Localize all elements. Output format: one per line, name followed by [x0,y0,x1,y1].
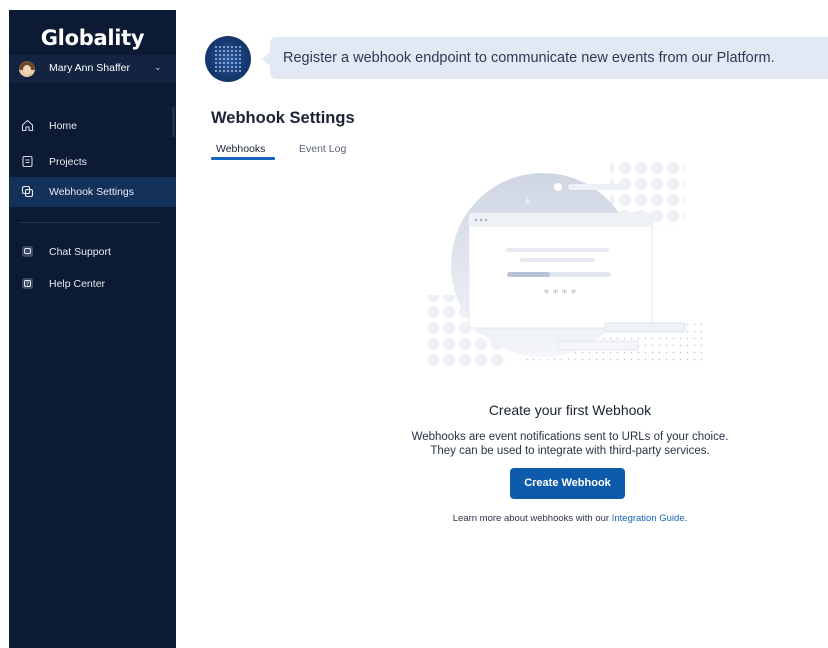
page-title: Webhook Settings [211,109,355,127]
banner-text: Register a webhook endpoint to communica… [283,50,775,66]
empty-state-description-line: Webhooks are event notifications sent to… [411,431,729,443]
illustration-password-mask: * * * * [544,287,577,300]
home-icon [21,119,34,132]
svg-text:+: + [524,197,532,207]
empty-state-description: Webhooks are event notifications sent to… [390,430,750,458]
sidebar-item-chat-support[interactable]: Chat Support [9,237,176,267]
sidebar-item-label: Webhook Settings [49,186,135,198]
chat-icon [22,246,33,257]
sidebar-item-label: Home [49,120,78,132]
learn-more-prefix: Learn more about webhooks with our [452,513,612,524]
tab-event-log[interactable]: Event Log [299,143,346,155]
chevron-down-icon: ⌄ [154,62,162,72]
sidebar: Globality Mary Ann Shaffer ⌄ Home Projec… [9,10,176,648]
user-name: Mary Ann Shaffer [49,62,130,74]
info-banner: Register a webhook endpoint to communica… [262,37,828,79]
sidebar-item-home[interactable]: Home [9,111,176,141]
svg-text:?: ? [26,281,29,287]
tab-webhooks[interactable]: Webhooks [216,143,265,155]
sidebar-item-webhook-settings[interactable]: Webhook Settings [9,177,176,207]
sidebar-divider [19,222,161,223]
sidebar-item-label: Chat Support [49,246,111,258]
learn-more-suffix: . [684,513,688,524]
sidebar-item-label: Help Center [49,278,106,290]
empty-state-description-line: They can be used to integrate with third… [430,445,710,457]
integration-guide-link[interactable]: Integration Guide [612,513,685,524]
user-menu[interactable]: Mary Ann Shaffer ⌄ [9,55,176,83]
webhook-icon [21,185,34,198]
projects-icon [22,155,33,168]
create-webhook-button[interactable]: Create Webhook [510,468,625,499]
banner-illustration [205,36,251,82]
app-logo[interactable]: Globality [9,26,176,50]
sidebar-item-label: Projects [49,156,87,168]
sidebar-item-help-center[interactable]: ? Help Center [9,269,176,299]
sidebar-item-projects[interactable]: Projects [9,147,176,177]
empty-state-title: Create your first Webhook [488,402,652,418]
avatar [19,61,35,77]
help-icon: ? [22,278,33,289]
empty-state-illustration: + * * * * [428,162,705,370]
active-tab-indicator [211,157,275,160]
learn-more-text: Learn more about webhooks with our Integ… [404,513,736,524]
